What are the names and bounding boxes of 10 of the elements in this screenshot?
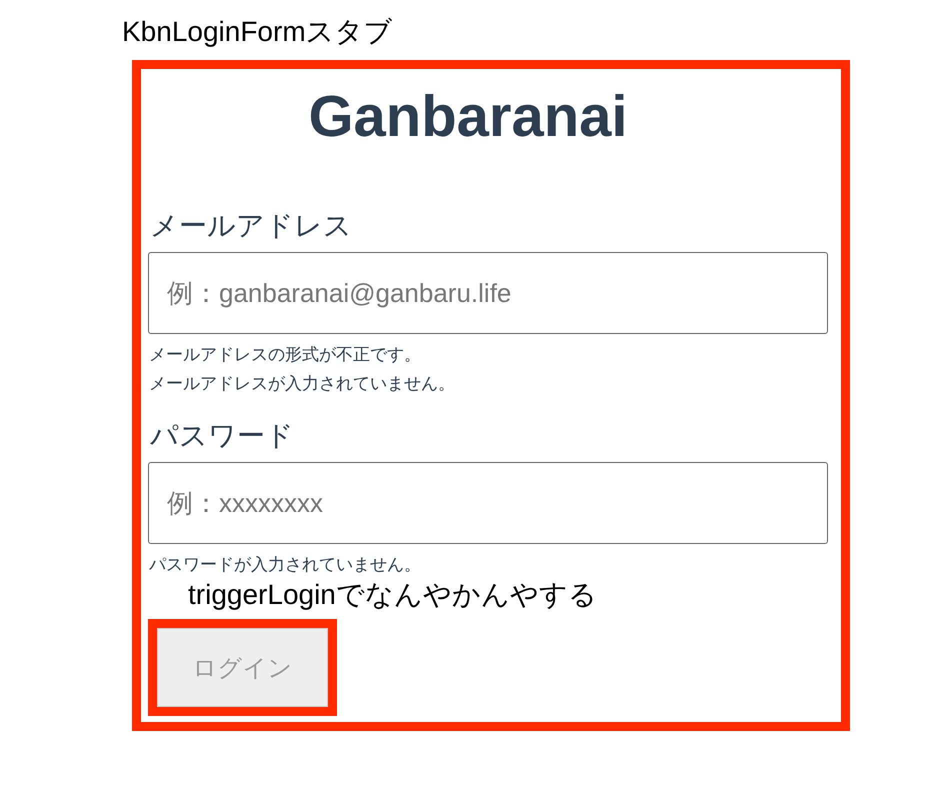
error-message: メールアドレスの形式が不正です。 <box>149 344 422 366</box>
stub-title: KbnLoginFormスタブ <box>122 15 394 49</box>
input-field[interactable]: 例：ganbaranai@ganbaru.life <box>148 252 828 334</box>
field-label: パスワード <box>150 420 295 452</box>
error-message: パスワードが入力されていません。 <box>149 554 422 576</box>
input-field[interactable]: 例：xxxxxxxx <box>148 462 828 544</box>
error-message: メールアドレスが入力されていません。 <box>149 373 456 395</box>
logo: Ganbaranai <box>307 84 629 150</box>
field-label: メールアドレス <box>150 210 353 242</box>
note-text: triggerLoginでなんやかんやする <box>188 579 597 611</box>
